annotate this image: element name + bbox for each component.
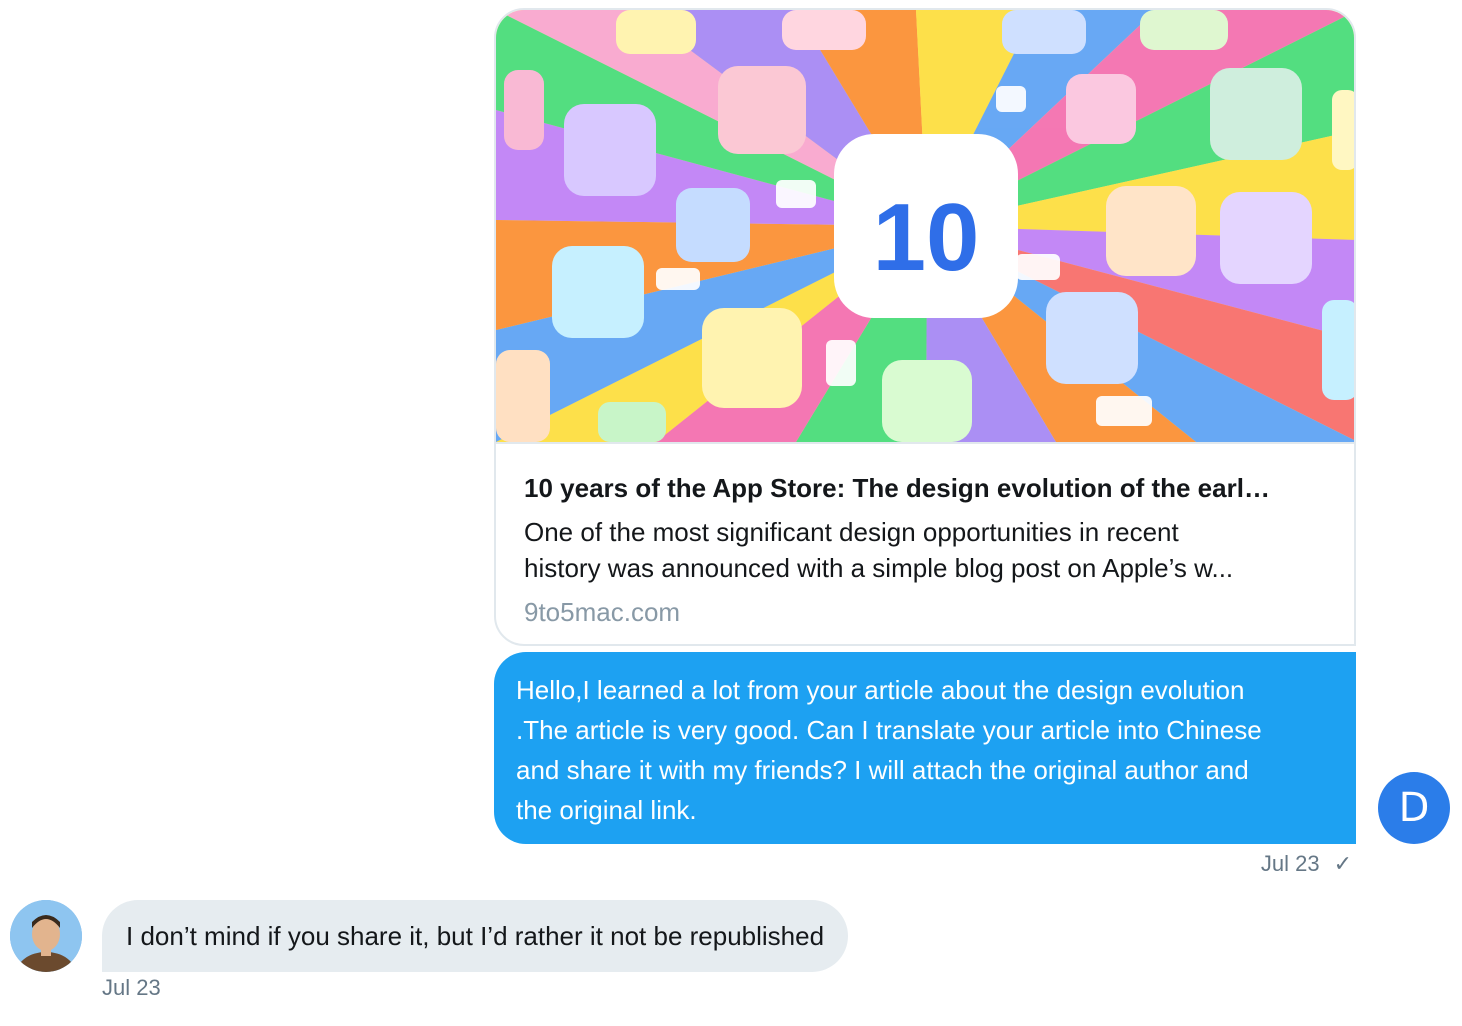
sent-message-timestamp: Jul 23 <box>1260 851 1320 876</box>
app-store-10-badge: 10 <box>873 184 980 291</box>
link-preview-domain: 9to5mac.com <box>524 597 681 627</box>
check-icon: ✓ <box>1333 851 1352 876</box>
sent-message-bubble[interactable]: Hello,I learned a lot from your article … <box>494 652 1356 844</box>
sent-message-line: Hello,I learned a lot from your article … <box>516 675 1245 705</box>
sender-avatar[interactable]: D <box>1378 772 1450 844</box>
link-preview-description-line: One of the most significant design oppor… <box>524 517 1179 547</box>
link-preview-card[interactable]: 10 10 years of the App Store: The design… <box>494 8 1356 646</box>
sent-message-line: .The article is very good. Can I transla… <box>516 715 1262 745</box>
received-message-bubble[interactable]: I don’t mind if you share it, but I’d ra… <box>102 900 849 972</box>
link-preview-title[interactable]: 10 years of the App Store: The design ev… <box>524 472 1326 504</box>
link-preview-image: 10 <box>496 10 1354 444</box>
link-preview-description-line: history was announced with a simple blog… <box>524 553 1234 583</box>
sent-message-line: and share it with my friends? I will att… <box>516 755 1249 785</box>
dm-conversation: 10 10 years of the App Store: The design… <box>0 0 1462 1026</box>
sent-message-line: the original link. <box>516 795 697 825</box>
received-message-timestamp: Jul 23 <box>102 975 161 1000</box>
link-preview-description: One of the most significant design oppor… <box>524 514 1326 586</box>
recipient-avatar[interactable] <box>10 900 82 972</box>
sent-message-meta: Jul 23 ✓ <box>1261 848 1352 880</box>
user-photo-icon <box>10 900 82 972</box>
